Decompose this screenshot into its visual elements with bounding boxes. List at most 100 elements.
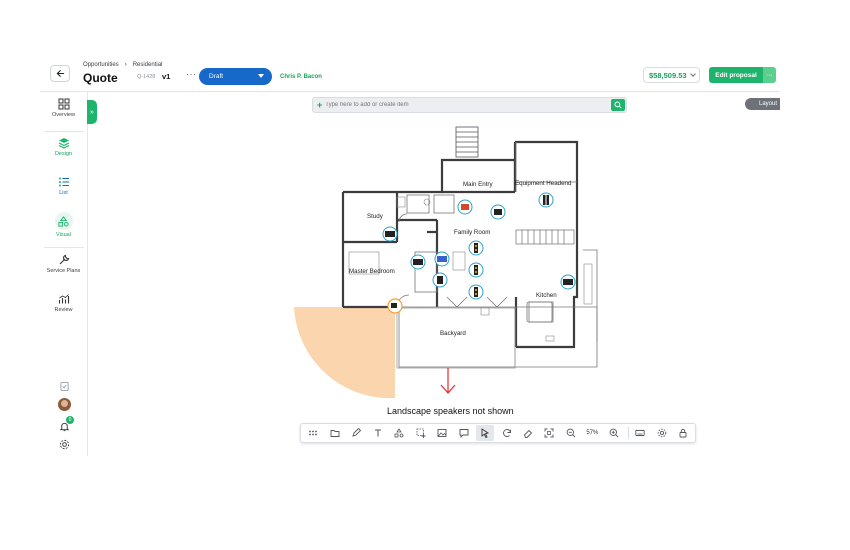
device-marker-touchpanel[interactable] bbox=[490, 204, 506, 220]
canvas-settings-button[interactable] bbox=[652, 425, 671, 441]
device-marker-speaker-3[interactable] bbox=[468, 284, 484, 300]
settings-button[interactable] bbox=[55, 435, 73, 453]
text-tool-button[interactable] bbox=[368, 425, 387, 441]
fit-to-screen-button[interactable] bbox=[540, 425, 559, 441]
sidebar-item-label: Visual bbox=[56, 232, 71, 238]
device-marker-bedroom-speaker[interactable] bbox=[432, 272, 448, 288]
item-search-bar[interactable]: + bbox=[312, 97, 627, 113]
red-arrow-down-icon bbox=[440, 368, 456, 394]
drag-handle-icon bbox=[309, 430, 318, 436]
sidebar-item-label: Overview bbox=[52, 112, 75, 118]
inner-walls bbox=[396, 142, 598, 368]
backyard-area bbox=[396, 307, 516, 369]
breadcrumb-residential[interactable]: Residential bbox=[133, 62, 163, 68]
design-canvas[interactable]: Main Entry Equipment Headend Study Famil… bbox=[97, 92, 780, 456]
room-label-study: Study bbox=[367, 213, 384, 220]
image-tool-button[interactable] bbox=[433, 425, 452, 441]
device-marker-speaker-2[interactable] bbox=[468, 262, 484, 278]
version-label[interactable]: v1 bbox=[162, 72, 170, 81]
sidebar-item-label: Design bbox=[54, 151, 73, 157]
room-label-equipment-headend: Equipment Headend bbox=[515, 180, 572, 187]
device-marker-family-tv[interactable] bbox=[434, 251, 450, 267]
stairs bbox=[455, 126, 479, 158]
header: Opportunities › Residential Quote Q-1428… bbox=[40, 55, 780, 92]
eraser-tool-button[interactable] bbox=[519, 425, 538, 441]
add-area-button[interactable] bbox=[411, 425, 430, 441]
drag-handle-button[interactable] bbox=[304, 425, 323, 441]
zoom-level: 57% bbox=[586, 430, 599, 436]
sidebar-item-service-plans[interactable]: Service Plans bbox=[40, 250, 87, 288]
select-tool-button[interactable] bbox=[475, 425, 495, 441]
lock-button[interactable] bbox=[674, 425, 693, 441]
breadcrumb-opportunities[interactable]: Opportunities bbox=[83, 62, 119, 68]
device-marker-camera[interactable] bbox=[387, 298, 403, 314]
device-marker-speaker-1[interactable] bbox=[468, 240, 484, 256]
app-window: Opportunities › Residential Quote Q-1428… bbox=[40, 55, 780, 456]
arrow-left-icon bbox=[56, 69, 64, 78]
expand-panel-button[interactable]: » bbox=[87, 100, 97, 124]
clipboard-check-icon bbox=[59, 381, 69, 391]
sidebar-item-label: List bbox=[59, 190, 68, 196]
owner-link[interactable]: Chris P. Bacon bbox=[280, 74, 322, 80]
caret-down-icon bbox=[258, 74, 264, 78]
divider bbox=[44, 131, 84, 132]
total-price-dropdown[interactable]: $58,509.53 bbox=[643, 67, 700, 83]
open-folder-button[interactable] bbox=[325, 425, 344, 441]
device-marker-keypad[interactable] bbox=[457, 199, 473, 215]
gear-icon bbox=[59, 439, 69, 449]
room-label-main-entry: Main Entry bbox=[463, 181, 493, 188]
layout-button[interactable]: Layout bbox=[745, 98, 780, 110]
sidebar-item-review[interactable]: Review bbox=[40, 289, 87, 327]
chevron-down-icon bbox=[690, 71, 696, 77]
search-input[interactable] bbox=[325, 102, 596, 108]
zoom-out-button[interactable] bbox=[561, 425, 580, 441]
cursor-icon bbox=[481, 428, 490, 438]
notifications-button[interactable]: 0 bbox=[55, 416, 74, 435]
pen-tool-button[interactable] bbox=[347, 425, 366, 441]
quote-number: Q-1428 bbox=[137, 74, 156, 80]
tasks-button[interactable] bbox=[55, 377, 73, 395]
rotate-button[interactable] bbox=[497, 425, 516, 441]
text-icon bbox=[374, 429, 381, 437]
user-avatar-button[interactable] bbox=[55, 395, 73, 413]
sidebar-item-design[interactable]: Design bbox=[40, 133, 87, 171]
device-marker-rack[interactable] bbox=[538, 192, 554, 208]
proposal-more-button[interactable]: ··· bbox=[763, 67, 776, 83]
shapes-tool-button[interactable] bbox=[390, 425, 409, 441]
more-options-button[interactable]: ··· bbox=[186, 69, 197, 79]
total-price-value: $58,509.53 bbox=[649, 70, 687, 80]
sidebar-item-overview[interactable]: Overview bbox=[40, 94, 87, 132]
edit-proposal-button[interactable]: Edit proposal bbox=[709, 67, 763, 83]
sidebar-item-visual[interactable]: Visual bbox=[40, 208, 87, 246]
visual-icon-ring bbox=[54, 212, 73, 230]
folder-icon bbox=[330, 430, 340, 437]
room-label-backyard: Backyard bbox=[440, 330, 466, 337]
shapes-icon bbox=[394, 428, 404, 438]
refresh-icon bbox=[502, 429, 511, 437]
room-label-family-room: Family Room bbox=[454, 229, 490, 236]
toolbar-divider bbox=[627, 427, 629, 439]
device-marker-bedroom-display[interactable] bbox=[410, 254, 426, 270]
gear-icon bbox=[657, 428, 666, 438]
floorplan[interactable]: Main Entry Equipment Headend Study Famil… bbox=[97, 92, 780, 456]
room-label-master-bedroom: Master Bedroom bbox=[349, 268, 395, 275]
status-dropdown[interactable]: Draft bbox=[199, 68, 272, 85]
lock-icon bbox=[679, 428, 687, 438]
plus-icon: + bbox=[317, 100, 323, 110]
device-marker-kitchen-display[interactable] bbox=[560, 274, 576, 290]
search-button[interactable] bbox=[611, 99, 625, 111]
stairs-right bbox=[515, 229, 575, 245]
device-marker-study-display[interactable] bbox=[382, 226, 398, 242]
shapes-icon bbox=[58, 215, 69, 227]
search-icon bbox=[614, 101, 622, 109]
zoom-in-button[interactable] bbox=[604, 425, 623, 441]
double-chevron-right-icon: » bbox=[90, 108, 94, 116]
comment-tool-button[interactable] bbox=[454, 425, 473, 441]
eraser-icon bbox=[523, 429, 533, 438]
grid-icon bbox=[58, 98, 69, 110]
list-icon bbox=[58, 177, 69, 187]
keyboard-button[interactable] bbox=[631, 425, 650, 441]
avatar bbox=[57, 397, 71, 411]
sidebar-item-list[interactable]: List bbox=[40, 172, 87, 210]
back-button[interactable] bbox=[50, 65, 70, 82]
